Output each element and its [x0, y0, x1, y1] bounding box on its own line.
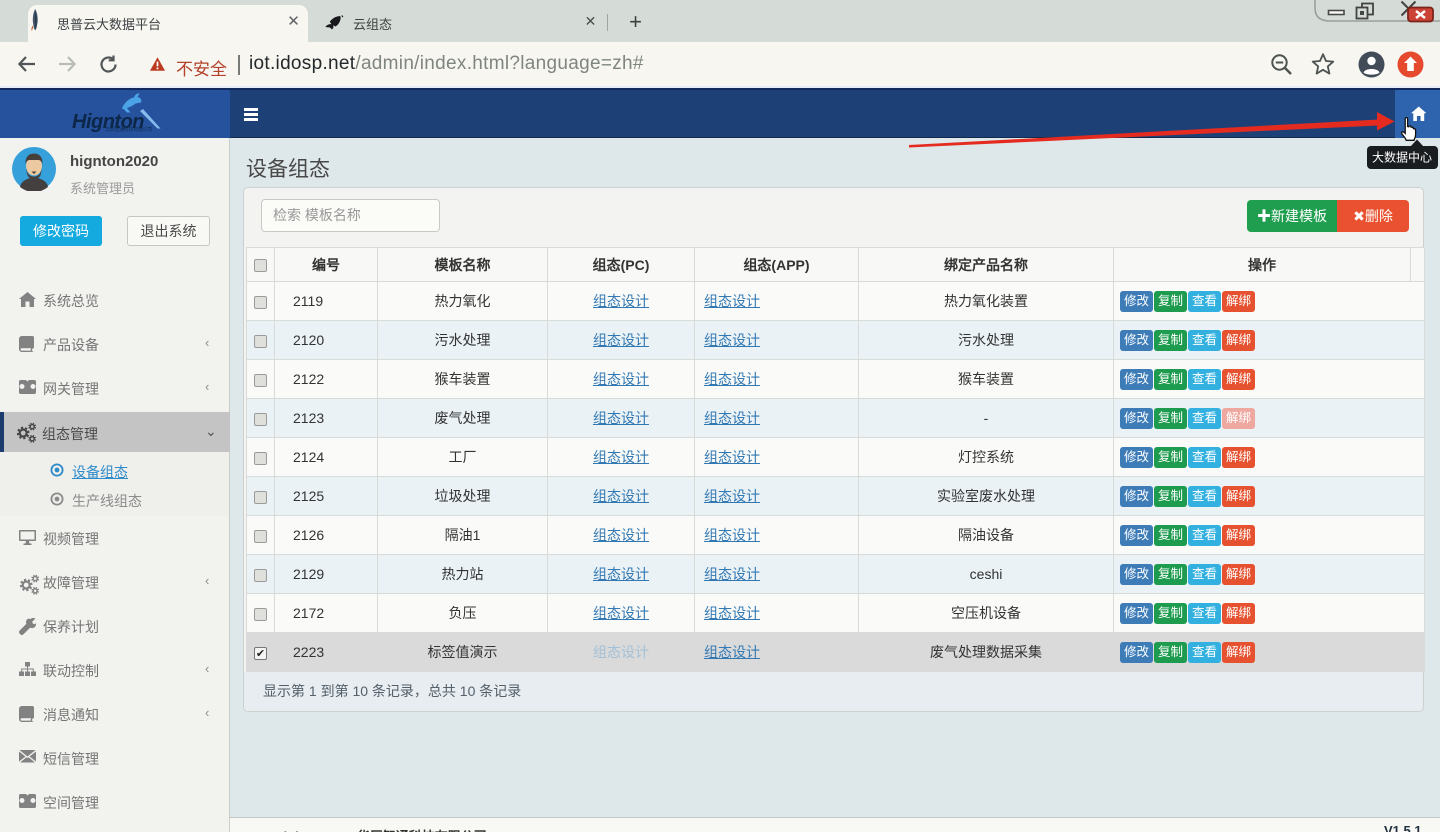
svg-text:大数据中心: 大数据中心 [1372, 150, 1432, 165]
